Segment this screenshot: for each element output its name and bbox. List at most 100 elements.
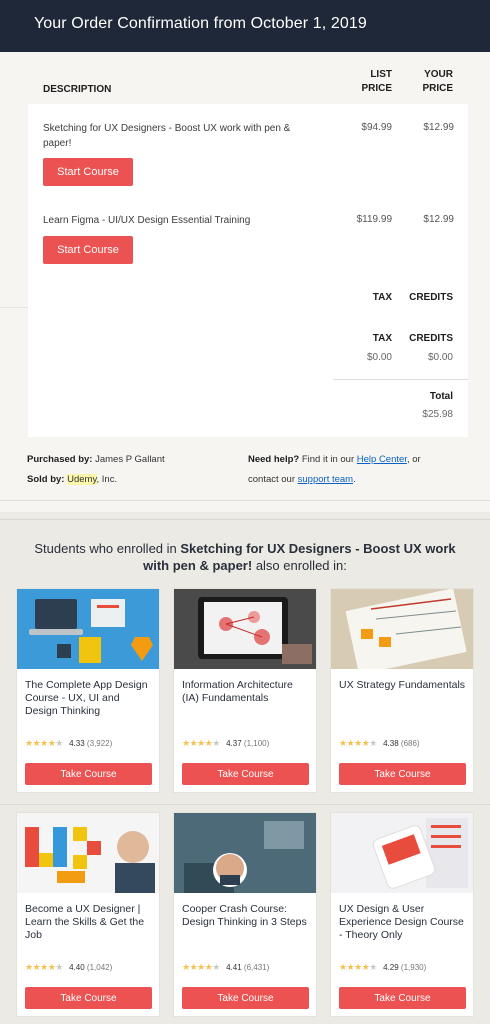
rating-count: (1,042): [86, 963, 113, 972]
take-course-button[interactable]: Take Course: [25, 763, 152, 785]
divider: [0, 307, 28, 308]
course-title: The Complete App Design Course - UX, UI …: [25, 679, 148, 717]
course-thumbnail: [174, 589, 316, 669]
sold-by: Sold by: Udemy, Inc.: [27, 470, 165, 490]
support-team-link[interactable]: support team: [298, 474, 353, 485]
col-list-price-header: LIST PRICE: [340, 68, 392, 96]
course-title: UX Design & User Experience Design Cours…: [339, 903, 464, 941]
ux-blocks-instructor-icon: [17, 813, 159, 893]
sticky-notes-illustration-icon: [331, 589, 473, 669]
help-line-1: Need help? Find it in our Help Center, o…: [248, 450, 468, 470]
section-divider: [0, 500, 490, 501]
purchased-by-value: James P Gallant: [95, 454, 165, 465]
course-thumbnail: [331, 813, 473, 893]
course-thumbnail: [331, 589, 473, 669]
order-item-title: Learn Figma - UI/UX Design Essential Tra…: [43, 215, 251, 226]
course-rating: ★★★★★ 4.38 (686): [339, 738, 420, 749]
sold-by-suffix: , Inc.: [96, 474, 118, 485]
start-course-button[interactable]: Start Course: [43, 158, 133, 186]
course-card[interactable]: The Complete App Design Course - UX, UI …: [17, 589, 159, 792]
help-text: Find it in our: [301, 454, 355, 465]
course-card[interactable]: UX Strategy Fundamentals ★★★★★ 4.38 (686…: [331, 589, 473, 792]
course-rating: ★★★★★ 4.29 (1,930): [339, 962, 426, 973]
star-rating-icon: ★★★★★: [182, 738, 220, 748]
rating-value: 4.33: [69, 739, 85, 748]
rating-value: 4.29: [383, 963, 399, 972]
sold-by-label: Sold by:: [27, 474, 65, 485]
course-thumbnail: [17, 589, 159, 669]
purchased-by-label: Purchased by:: [27, 454, 93, 465]
laptop-illustration-icon: [29, 599, 153, 663]
help-text: .: [353, 474, 356, 485]
course-title: Become a UX Designer | Learn the Skills …: [25, 903, 145, 941]
star-rating-icon: ★★★★★: [182, 962, 220, 972]
course-card[interactable]: Cooper Crash Course: Design Thinking in …: [174, 813, 316, 1016]
your-price: $12.99: [423, 122, 454, 133]
take-course-button[interactable]: Take Course: [339, 763, 466, 785]
help-info: Need help? Find it in our Help Center, o…: [248, 450, 468, 490]
take-course-button[interactable]: Take Course: [25, 987, 152, 1009]
rating-count: (1,100): [243, 739, 270, 748]
rating-count: (686): [400, 739, 420, 748]
course-thumbnail: [17, 813, 159, 893]
course-card[interactable]: UX Design & User Experience Design Cours…: [331, 813, 473, 1016]
col-your-price-line2: PRICE: [422, 83, 453, 94]
star-rating-icon: ★★★★★: [339, 738, 377, 748]
recommendations-intro-end: also enrolled in:: [255, 558, 347, 573]
help-text: , or: [406, 454, 421, 465]
start-course-button[interactable]: Start Course: [43, 236, 133, 264]
rating-value: 4.41: [226, 963, 242, 972]
take-course-button[interactable]: Take Course: [182, 987, 309, 1009]
sold-by-brand: Udemy: [67, 474, 97, 485]
help-text: contact our: [248, 474, 295, 485]
col-description-header: DESCRIPTION: [43, 84, 112, 95]
section-divider: [0, 519, 490, 520]
course-thumbnail: [174, 813, 316, 893]
take-course-button[interactable]: Take Course: [182, 763, 309, 785]
rating-value: 4.40: [69, 963, 85, 972]
course-rating: ★★★★★ 4.41 (6,431): [182, 962, 269, 973]
recommendations-heading: Students who enrolled in Sketching for U…: [20, 540, 470, 574]
help-label: Need help?: [248, 454, 300, 465]
rating-count: (6,431): [243, 963, 270, 972]
rating-value: 4.37: [226, 739, 242, 748]
rating-value: 4.38: [383, 739, 399, 748]
course-rating: ★★★★★ 4.33 (3,922): [25, 738, 112, 749]
col-your-price-line1: YOUR: [424, 69, 453, 80]
list-price: $94.99: [361, 122, 392, 133]
page-title: Your Order Confirmation from October 1, …: [34, 15, 367, 32]
rating-count: (1,930): [400, 963, 427, 972]
rating-count: (3,922): [86, 739, 113, 748]
star-rating-icon: ★★★★★: [339, 962, 377, 972]
your-price: $12.99: [423, 214, 454, 225]
order-header: Your Order Confirmation from October 1, …: [0, 0, 490, 52]
course-title: Cooper Crash Course: Design Thinking in …: [182, 903, 307, 928]
course-rating: ★★★★★ 4.37 (1,100): [182, 738, 269, 749]
tax-label: TAX: [372, 333, 392, 344]
help-line-2: contact our support team.: [248, 470, 468, 490]
course-title: UX Strategy Fundamentals: [339, 679, 466, 691]
purchase-info: Purchased by: James P Gallant Sold by: U…: [27, 450, 165, 490]
col-list-price-line1: LIST: [370, 69, 392, 80]
total-divider: [333, 379, 468, 380]
take-course-button[interactable]: Take Course: [339, 987, 466, 1009]
tablet-mindmap-illustration-icon: [174, 589, 316, 669]
credits-label: CREDITS: [409, 333, 453, 344]
course-card[interactable]: Information Architecture (IA) Fundamenta…: [174, 589, 316, 792]
total-value: $25.98: [422, 409, 453, 420]
help-center-link[interactable]: Help Center: [357, 454, 407, 465]
order-item-title: Sketching for UX Designers - Boost UX wo…: [43, 123, 291, 149]
credits-value: $0.00: [427, 352, 453, 363]
total-label: Total: [429, 391, 453, 402]
phone-mockup-icon: [331, 813, 473, 893]
recommendations-intro: Students who enrolled in: [34, 541, 177, 556]
course-card[interactable]: Become a UX Designer | Learn the Skills …: [17, 813, 159, 1016]
credits-label: CREDITS: [409, 292, 453, 303]
star-rating-icon: ★★★★★: [25, 738, 63, 748]
tax-label: TAX: [372, 292, 392, 303]
col-list-price-line2: PRICE: [361, 83, 392, 94]
row-divider: [0, 804, 490, 805]
course-title: Information Architecture (IA) Fundamenta…: [182, 679, 293, 704]
star-rating-icon: ★★★★★: [25, 962, 63, 972]
list-price: $119.99: [356, 214, 392, 225]
